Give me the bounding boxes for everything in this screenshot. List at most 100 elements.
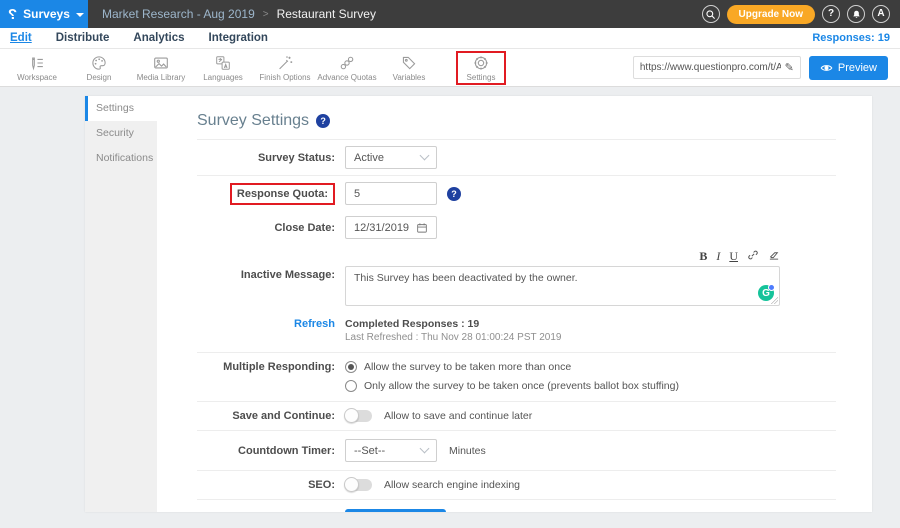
seo-label: SEO:	[197, 479, 345, 491]
menu-item-analytics[interactable]: Analytics	[133, 32, 184, 44]
underline-button[interactable]: U	[729, 250, 738, 262]
advance-quotas-icon	[338, 54, 356, 72]
textarea-resize-handle[interactable]	[771, 297, 778, 304]
questionpro-logo-icon: ?	[8, 7, 17, 22]
survey-status-select[interactable]: Active	[345, 146, 437, 169]
tool-settings[interactable]: Settings	[456, 51, 506, 85]
bold-button[interactable]: B	[699, 250, 707, 262]
tool-design[interactable]: Design	[68, 52, 130, 84]
response-quota-row: Response Quota: ?	[197, 176, 836, 211]
chevron-down-icon	[420, 444, 430, 454]
inactive-message-label: Inactive Message:	[197, 249, 345, 281]
product-switcher[interactable]: ? Surveys	[0, 0, 88, 28]
account-avatar[interactable]: A	[872, 5, 890, 23]
search-icon[interactable]	[702, 5, 720, 23]
countdown-minutes-text: Minutes	[449, 445, 486, 457]
seo-toggle[interactable]	[345, 479, 372, 491]
breadcrumb-separator: >	[263, 9, 269, 20]
last-refreshed-text: Last Refreshed : Thu Nov 28 01:00:24 PST…	[345, 332, 561, 343]
settings-sidebar: Settings Security Notifications	[85, 96, 157, 512]
refresh-link[interactable]: Refresh	[294, 318, 335, 330]
notifications-bell-icon[interactable]	[847, 5, 865, 23]
settings-main: Survey Settings ? Survey Status: Active …	[157, 96, 872, 512]
menu-item-edit[interactable]: Edit	[10, 32, 32, 44]
menu-item-integration[interactable]: Integration	[209, 32, 268, 44]
clear-format-eraser-icon[interactable]	[768, 249, 780, 263]
countdown-timer-select[interactable]: --Set--	[345, 439, 437, 462]
sidebar-item-settings[interactable]: Settings	[85, 96, 157, 121]
edit-url-pencil-icon[interactable]: ✎	[785, 61, 794, 74]
tool-finish-options[interactable]: Finish Options	[254, 52, 316, 84]
design-icon	[90, 54, 108, 72]
calendar-icon	[416, 222, 428, 234]
languages-icon	[214, 54, 232, 72]
countdown-timer-label: Countdown Timer:	[197, 445, 345, 457]
tool-media-library[interactable]: Media Library	[130, 52, 192, 84]
save-and-continue-label: Save and Continue:	[197, 410, 345, 422]
sidebar-item-security[interactable]: Security	[85, 121, 157, 146]
tool-variables[interactable]: Variables	[378, 52, 440, 84]
countdown-timer-row: Countdown Timer: --Set-- Minutes	[197, 431, 836, 470]
help-button[interactable]: ?	[822, 5, 840, 23]
preview-button[interactable]: Preview	[809, 56, 888, 80]
save-row: Save Changes	[197, 500, 836, 512]
save-and-continue-text: Allow to save and continue later	[384, 410, 532, 422]
link-icon[interactable]	[747, 249, 759, 263]
save-and-continue-toggle[interactable]	[345, 410, 372, 422]
upgrade-now-button[interactable]: Upgrade Now	[727, 5, 815, 24]
workspace-icon	[28, 54, 46, 72]
top-bar: ? Surveys Market Research - Aug 2019 > R…	[0, 0, 900, 28]
toolbar-right: https://www.questionpro.com/t/APNrFZ ✎ P…	[633, 56, 894, 80]
responses-count[interactable]: Responses: 19	[812, 32, 890, 44]
response-quota-input[interactable]	[345, 182, 437, 205]
radio-only-once[interactable]: Only allow the survey to be taken once (…	[345, 380, 679, 392]
save-and-continue-row: Save and Continue: Allow to save and con…	[197, 402, 836, 430]
seo-text: Allow search engine indexing	[384, 479, 520, 491]
survey-status-label: Survey Status:	[197, 152, 345, 164]
media-library-icon	[152, 54, 170, 72]
completed-responses-text: Completed Responses : 19	[345, 318, 561, 330]
content-area: Settings Security Notifications Survey S…	[0, 87, 900, 528]
radio-allow-multiple[interactable]: Allow the survey to be taken more than o…	[345, 361, 679, 373]
close-date-row: Close Date: 12/31/2019	[197, 211, 836, 244]
close-date-input[interactable]: 12/31/2019	[345, 216, 437, 239]
completed-responses-row: Refresh Completed Responses : 19 Last Re…	[197, 311, 836, 352]
close-date-label: Close Date:	[197, 222, 345, 234]
chevron-down-icon	[420, 151, 430, 161]
save-changes-button[interactable]: Save Changes	[345, 509, 446, 512]
product-name: Surveys	[23, 7, 70, 21]
survey-url-field[interactable]: https://www.questionpro.com/t/APNrFZ ✎	[633, 56, 801, 79]
menu-item-distribute[interactable]: Distribute	[56, 32, 110, 44]
seo-row: SEO: Allow search engine indexing	[197, 471, 836, 499]
tool-advance-quotas[interactable]: Advance Quotas	[316, 52, 378, 84]
inactive-message-row: Inactive Message: B I U	[197, 244, 836, 311]
radio-selected-icon[interactable]	[345, 361, 357, 373]
italic-button[interactable]: I	[716, 250, 720, 262]
eye-icon	[820, 63, 833, 73]
breadcrumb-folder[interactable]: Market Research - Aug 2019	[102, 7, 255, 21]
breadcrumb-survey-name: Restaurant Survey	[277, 7, 376, 21]
response-quota-label: Response Quota:	[237, 188, 328, 200]
breadcrumb: Market Research - Aug 2019 > Restaurant …	[102, 0, 376, 28]
response-quota-label-highlight: Response Quota:	[230, 183, 335, 205]
multiple-responding-row: Multiple Responding: Allow the survey to…	[197, 353, 836, 401]
inactive-message-textarea[interactable]: This Survey has been deactivated by the …	[345, 266, 780, 306]
survey-status-row: Survey Status: Active	[197, 140, 836, 175]
caret-down-icon	[76, 13, 84, 17]
survey-menu-bar: Edit Distribute Analytics Integration Re…	[0, 28, 900, 49]
sidebar-item-notifications[interactable]: Notifications	[85, 146, 157, 171]
multiple-responding-label: Multiple Responding:	[197, 361, 345, 373]
page-title: Survey Settings	[197, 112, 309, 130]
settings-icon	[472, 54, 490, 72]
edit-toolbar: Workspace Design Media Library	[0, 49, 900, 87]
survey-url-text: https://www.questionpro.com/t/APNrFZ	[640, 62, 781, 73]
tool-workspace[interactable]: Workspace	[6, 52, 68, 84]
topbar-actions: Upgrade Now ? A	[702, 0, 900, 28]
tool-languages[interactable]: Languages	[192, 52, 254, 84]
radio-unselected-icon[interactable]	[345, 380, 357, 392]
settings-card: Settings Security Notifications Survey S…	[85, 96, 872, 512]
variables-icon	[400, 54, 418, 72]
title-help-icon[interactable]: ?	[316, 114, 330, 128]
response-quota-help-icon[interactable]: ?	[447, 187, 461, 201]
rte-toolbar: B I U	[345, 249, 780, 266]
